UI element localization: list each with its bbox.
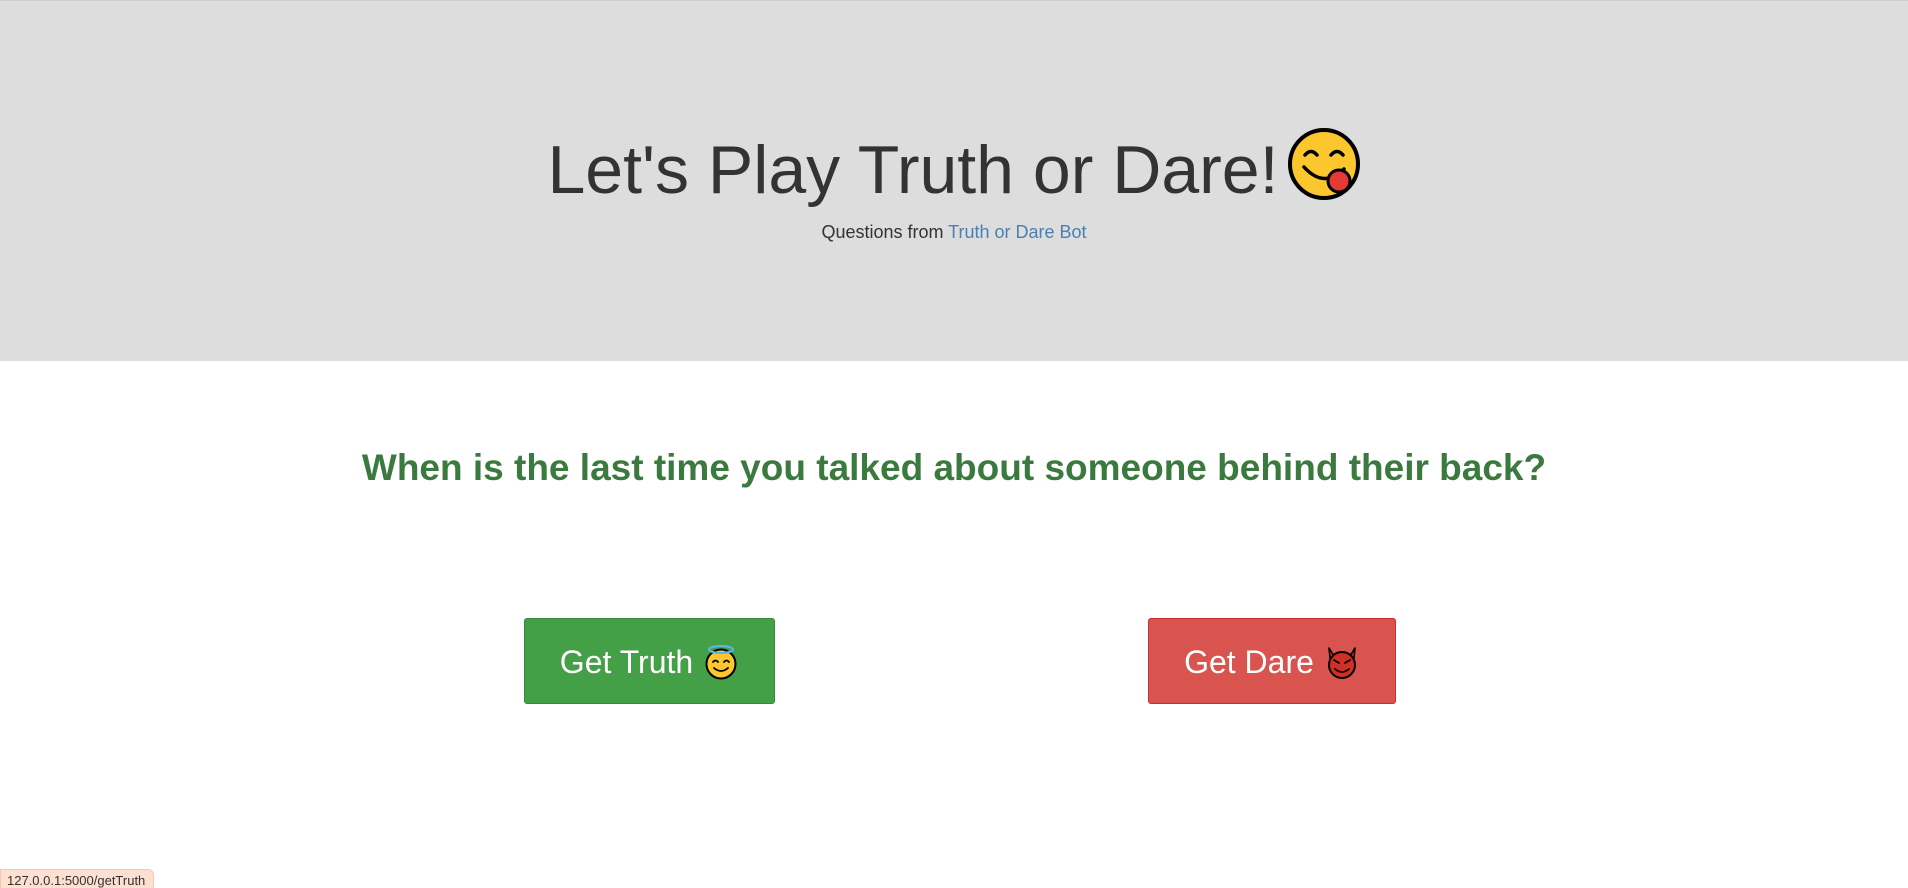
status-bar-url: 127.0.0.1:5000/getTruth [0,869,155,888]
get-dare-label: Get Dare [1184,644,1314,680]
smiling-face-with-horns-icon [1327,647,1356,679]
get-truth-label: Get Truth [559,644,694,680]
get-dare-button[interactable]: Get Dare [1148,618,1396,704]
smiling-face-with-halo-icon [705,644,737,680]
get-truth-button[interactable]: Get Truth [524,618,775,704]
face-savoring-food-icon [1287,128,1360,200]
header-banner: Let's Play Truth or Dare! Questions from… [0,0,1908,361]
question-text: When is the last time you talked about s… [361,447,1547,488]
subtitle: Questions from Truth or Dare Bot [0,220,1908,244]
subtitle-prefix: Questions from [821,222,944,242]
page-title: Let's Play Truth or Dare! [0,125,1908,215]
truth-or-dare-bot-link[interactable]: Truth or Dare Bot [948,222,1086,242]
page-title-text: Let's Play Truth or Dare! [547,132,1279,208]
